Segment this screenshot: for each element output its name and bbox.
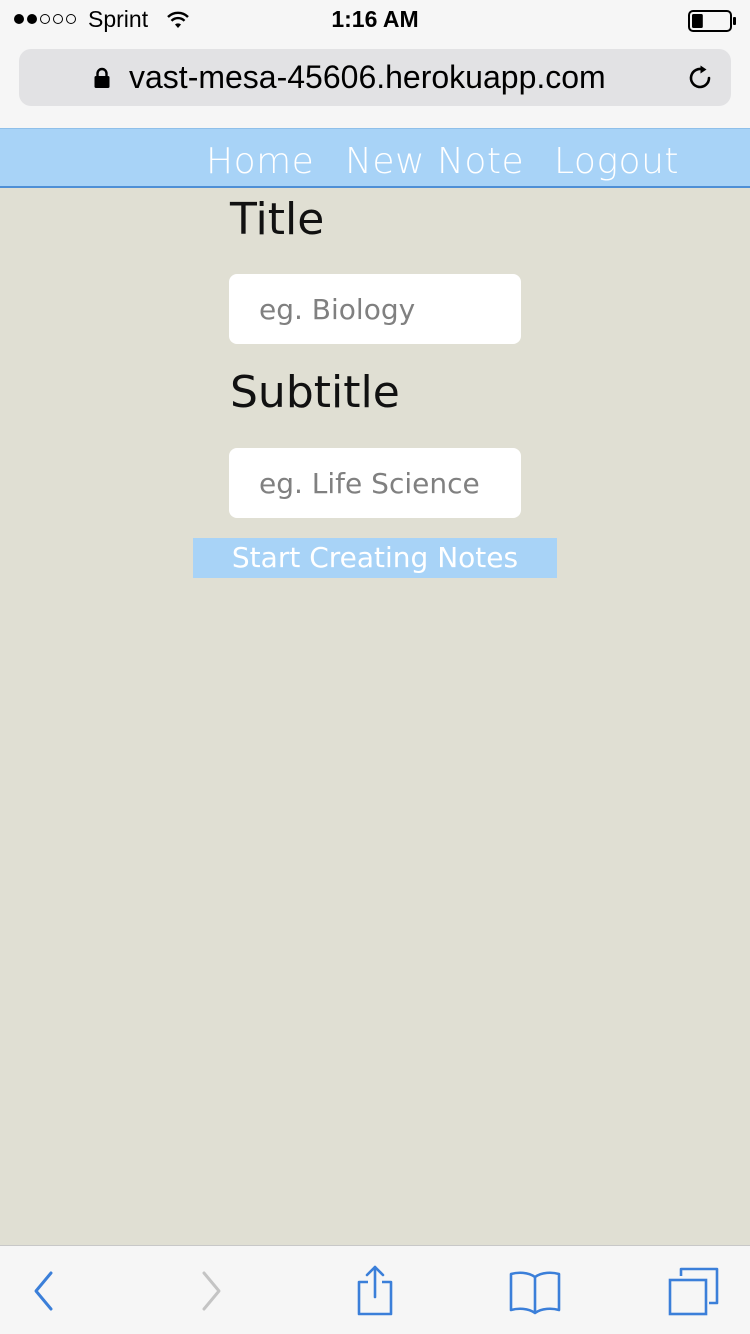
status-bar: Sprint 1:16 AM xyxy=(0,0,750,40)
share-icon[interactable] xyxy=(348,1264,402,1318)
browser-bottom-toolbar xyxy=(0,1245,750,1334)
browser-top-chrome: Sprint 1:16 AM vast-mesa-45606.herokuapp… xyxy=(0,0,750,128)
title-label: Title xyxy=(230,194,325,245)
subtitle-label: Subtitle xyxy=(230,367,400,418)
battery-icon xyxy=(688,10,736,32)
address-bar[interactable]: vast-mesa-45606.herokuapp.com xyxy=(19,49,731,106)
nav-logout-link[interactable]: Logout xyxy=(554,141,679,182)
bookmarks-icon[interactable] xyxy=(508,1264,562,1318)
status-time: 1:16 AM xyxy=(331,6,419,32)
title-input[interactable] xyxy=(229,274,521,344)
back-icon[interactable] xyxy=(16,1264,70,1318)
forward-icon[interactable] xyxy=(184,1264,238,1318)
nav-home-link[interactable]: Home xyxy=(206,141,314,182)
tabs-icon[interactable] xyxy=(667,1264,721,1318)
url-text[interactable]: vast-mesa-45606.herokuapp.com xyxy=(129,59,606,96)
subtitle-input[interactable] xyxy=(229,448,521,518)
lock-icon xyxy=(94,67,110,88)
start-creating-notes-button[interactable]: Start Creating Notes xyxy=(193,538,557,578)
nav-new-note-link[interactable]: New Note xyxy=(345,141,524,182)
reload-icon[interactable] xyxy=(685,63,715,93)
site-navbar: Home New Note Logout xyxy=(0,128,750,188)
